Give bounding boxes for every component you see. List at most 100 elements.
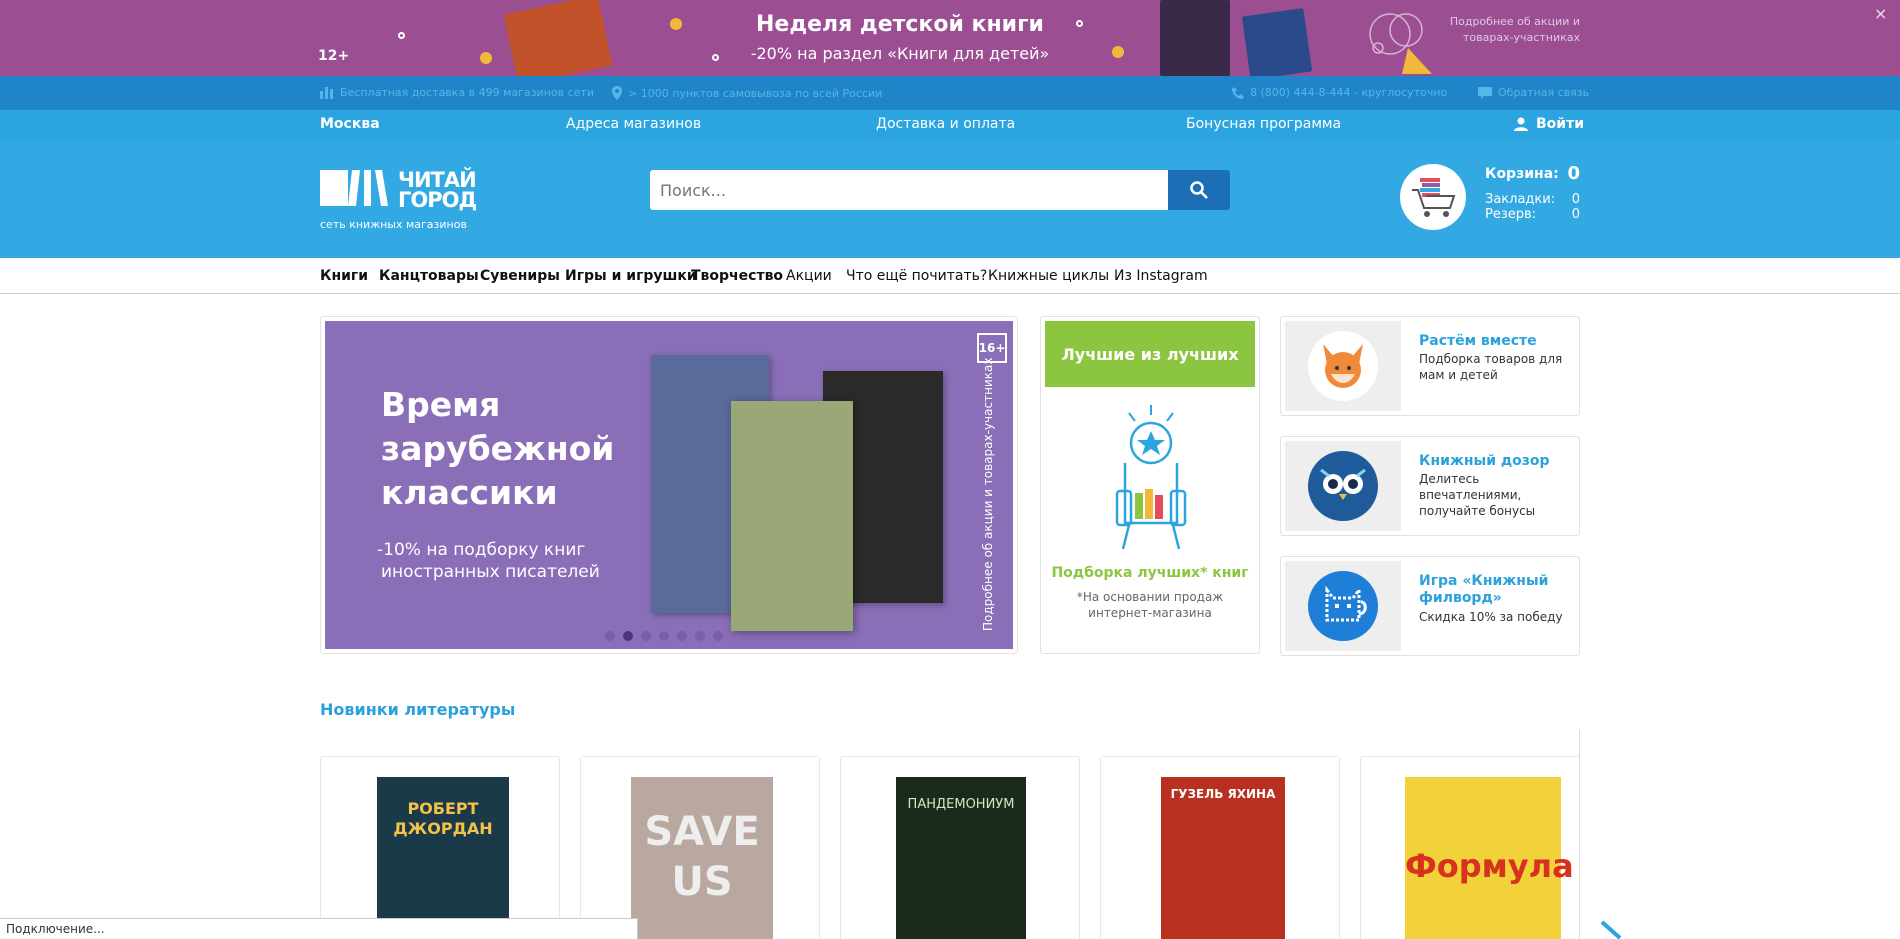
cart-summary: Корзина: 0 Закладки: 0 Резерв: 0	[1485, 163, 1580, 222]
product-cover[interactable]: ГУЗЕЛЬ ЯХИНА	[1161, 777, 1285, 939]
main-slider[interactable]: Время зарубежной классики -10% на подбор…	[320, 316, 1018, 654]
logo-tagline: сеть книжных магазинов	[320, 218, 467, 231]
browser-status-bar: Подключение...	[0, 918, 638, 939]
location-pin-icon	[612, 86, 622, 100]
top-nav: Москва Адреса магазинов Доставка и оплат…	[0, 110, 1900, 140]
info-bar: Бесплатная доставка в 499 магазинов сети…	[0, 76, 1900, 110]
category-stationery[interactable]: Канцтовары	[379, 268, 479, 284]
product-cover[interactable]: SAVE US	[631, 777, 773, 939]
throne-star-icon	[1115, 405, 1187, 550]
bookmarks-row[interactable]: Закладки: 0	[1485, 192, 1580, 207]
feedback-text: Обратная связь	[1498, 86, 1590, 99]
carousel-next-arrow-icon[interactable]	[1600, 920, 1624, 939]
decor-dot	[1112, 46, 1124, 58]
login-button[interactable]: Войти	[1514, 116, 1584, 132]
city-selector[interactable]: Москва	[320, 116, 380, 132]
slide-foreign-classics[interactable]: Время зарубежной классики -10% на подбор…	[325, 321, 1013, 649]
section-title-new-books[interactable]: Новинки литературы	[320, 700, 515, 719]
slider-dot[interactable]	[641, 631, 651, 641]
pixel-cat-icon	[1308, 571, 1378, 641]
feedback-link[interactable]: Обратная связь	[1478, 86, 1589, 99]
slide-description-line: -10% на подборку книг	[377, 540, 586, 560]
category-what-to-read[interactable]: Что ещё почитать?	[846, 268, 987, 284]
category-nav: Книги Канцтовары Сувениры Игры и игрушки…	[0, 258, 1900, 294]
nav-store-addresses[interactable]: Адреса магазинов	[566, 116, 701, 132]
slide-heading-line: классики	[381, 473, 558, 512]
best-of-best-note: *На основании продаж интернет-магазина	[1041, 589, 1259, 621]
category-instagram[interactable]: Из Instagram	[1114, 268, 1208, 284]
promo-subtitle[interactable]: -20% на раздел «Книги для детей»	[700, 44, 1100, 63]
card-book-wordsearch[interactable]: Игра «Книжный филворд» Скидка 10% за поб…	[1280, 556, 1580, 656]
slider-dot[interactable]	[695, 631, 705, 641]
product-card[interactable]: SAVE US	[580, 756, 820, 939]
best-of-best-caption: Подборка лучших* книг	[1051, 565, 1249, 581]
card-grow-together[interactable]: Растём вместе Подборка товаров для мам и…	[1280, 316, 1580, 416]
best-of-best-note-line: интернет-магазина	[1088, 606, 1212, 620]
product-cover[interactable]: ПАНДЕМОНИУМ	[896, 777, 1026, 939]
cart-row[interactable]: Корзина: 0	[1485, 163, 1580, 184]
slider-dot[interactable]	[713, 631, 723, 641]
cart-label: Корзина:	[1485, 166, 1559, 182]
best-of-best-block[interactable]: Лучшие из лучших Подборка лучших* книг *…	[1040, 316, 1260, 654]
slide-more-link[interactable]: Подробнее об акции и товарах-участниках	[981, 358, 995, 631]
card-subtitle-line: Подборка товаров для	[1419, 352, 1563, 366]
nav-bonus-program[interactable]: Бонусная программа	[1186, 116, 1341, 132]
close-icon[interactable]: ×	[1874, 4, 1887, 23]
search-input[interactable]	[650, 170, 1168, 210]
product-card[interactable]: РОБЕРТ ДЖОРДАН	[320, 756, 560, 939]
promo-book-image	[503, 0, 613, 76]
card-subtitle-line: Делитесь впечатлениями,	[1419, 472, 1522, 502]
book-cover-image	[731, 401, 853, 631]
card-subtitle-line: получайте бонусы	[1419, 504, 1536, 518]
phone-text: 8 (800) 444-8-444 - круглосуточно	[1250, 86, 1448, 99]
reserve-row[interactable]: Резерв: 0	[1485, 207, 1580, 222]
slider-dot-active[interactable]	[623, 631, 633, 641]
product-card[interactable]: Формула	[1360, 756, 1580, 939]
bookmarks-label: Закладки:	[1485, 192, 1556, 207]
pickup-info[interactable]: > 1000 пунктов самовывоза по всей России	[612, 86, 882, 100]
phone-icon	[1232, 86, 1244, 99]
decor-ring	[398, 32, 405, 39]
search-bar	[650, 170, 1230, 210]
logo-mark-icon	[320, 170, 388, 206]
slide-description: -10% на подборку книг иностранных писате…	[377, 539, 600, 583]
product-cover[interactable]: РОБЕРТ ДЖОРДАН	[377, 777, 509, 939]
category-book-series[interactable]: Книжные циклы	[988, 268, 1109, 284]
category-games-toys[interactable]: Игры и игрушки	[565, 268, 697, 284]
product-cover-title: ПАНДЕМОНИУМ	[907, 797, 1015, 812]
promo-banner[interactable]: 12+ Неделя детской книги -20% на раздел …	[0, 0, 1900, 76]
promo-book-image	[1241, 7, 1313, 76]
logo-word-1: ЧИТАЙ	[398, 168, 477, 192]
card-book-watch[interactable]: Книжный дозор Делитесь впечатлениями, по…	[1280, 436, 1580, 536]
category-promotions[interactable]: Акции	[786, 268, 832, 284]
pickup-text: > 1000 пунктов самовывоза по всей России	[628, 86, 883, 100]
card-image	[1285, 561, 1401, 651]
product-cover-title: ГУЗЕЛЬ ЯХИНА	[1170, 787, 1276, 801]
card-image	[1285, 441, 1401, 531]
product-cover-title: SAVE US	[644, 809, 760, 905]
promo-more-link[interactable]: Подробнее об акции и товарах-участниках	[1440, 14, 1580, 46]
slider-dot[interactable]	[659, 631, 669, 641]
phone-info[interactable]: 8 (800) 444-8-444 - круглосуточно	[1232, 86, 1447, 99]
reading-girl-illustration	[1369, 13, 1432, 74]
category-books[interactable]: Книги	[320, 268, 368, 284]
promo-title[interactable]: Неделя детской книги	[700, 12, 1100, 37]
product-card[interactable]: ПАНДЕМОНИУМ	[840, 756, 1080, 939]
card-subtitle: Скидка 10% за победу	[1419, 610, 1563, 624]
cart-icon	[1412, 178, 1456, 217]
category-creativity[interactable]: Творчество	[691, 268, 783, 284]
slider-dot[interactable]	[605, 631, 615, 641]
slider-dot[interactable]	[677, 631, 687, 641]
logo-word-2: ГОРОД	[398, 188, 477, 212]
slider-dots	[605, 631, 723, 641]
free-delivery-info[interactable]: Бесплатная доставка в 499 магазинов сети	[320, 86, 594, 99]
cart-button[interactable]	[1400, 164, 1466, 230]
search-button[interactable]	[1168, 170, 1230, 210]
promo-age-badge: 12+	[318, 48, 350, 64]
category-souvenirs[interactable]: Сувениры	[480, 268, 560, 284]
nav-delivery-payment[interactable]: Доставка и оплата	[876, 116, 1015, 132]
header: ЧИТАЙ ГОРОД сеть книжных магазинов Корзи…	[0, 140, 1900, 258]
product-card[interactable]: ГУЗЕЛЬ ЯХИНА	[1100, 756, 1340, 939]
slide-heading-line: Время	[381, 385, 501, 424]
product-cover[interactable]: Формула	[1405, 777, 1574, 939]
